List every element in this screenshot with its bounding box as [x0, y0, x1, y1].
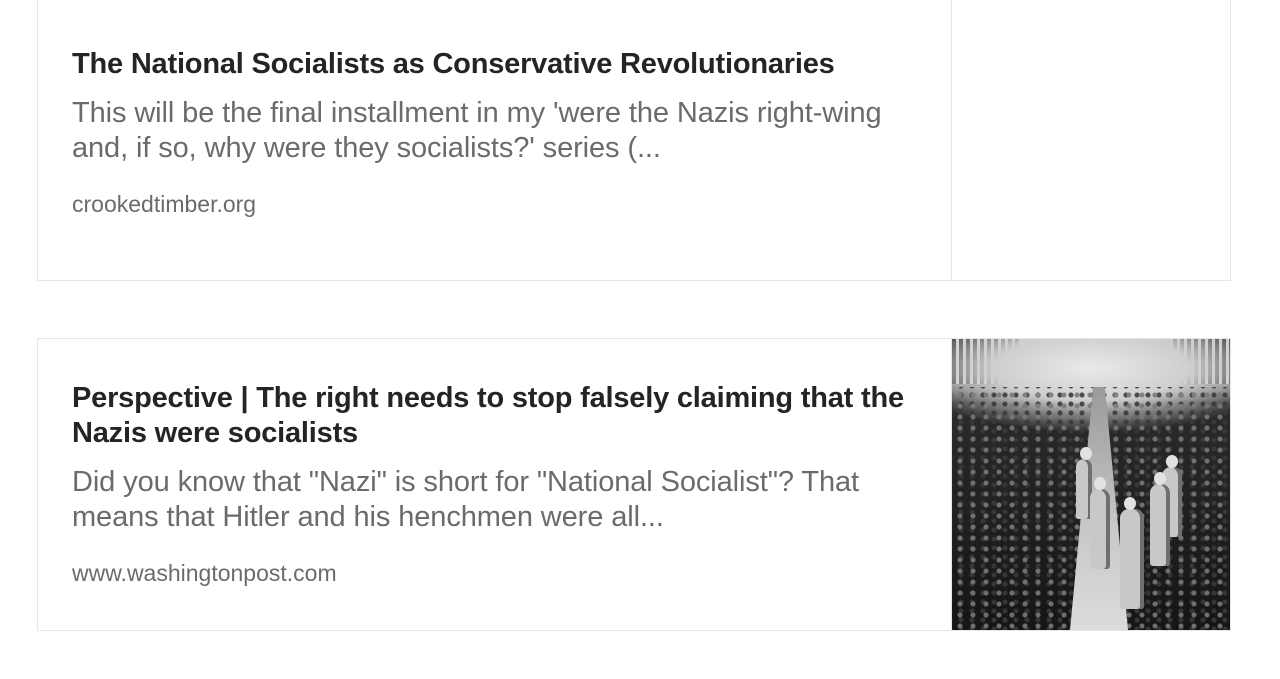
card-thumbnail-empty: [951, 0, 1230, 280]
card-source: crookedtimber.org: [72, 191, 257, 217]
card-text: Perspective | The right needs to stop fa…: [38, 339, 951, 630]
thumbnail-photo: [952, 339, 1230, 630]
card-description: Did you know that "Nazi" is short for "N…: [72, 466, 859, 533]
card-text: The National Socialists as Conservative …: [38, 0, 951, 280]
link-preview-card[interactable]: The National Socialists as Conservative …: [37, 0, 1231, 281]
card-source: www.washingtonpost.com: [72, 560, 337, 586]
card-thumbnail: [951, 339, 1230, 630]
card-title: Perspective | The right needs to stop fa…: [72, 382, 904, 449]
link-preview-card[interactable]: Perspective | The right needs to stop fa…: [37, 338, 1231, 631]
card-description: This will be the final installment in my…: [72, 97, 882, 164]
card-title: The National Socialists as Conservative …: [72, 48, 835, 80]
